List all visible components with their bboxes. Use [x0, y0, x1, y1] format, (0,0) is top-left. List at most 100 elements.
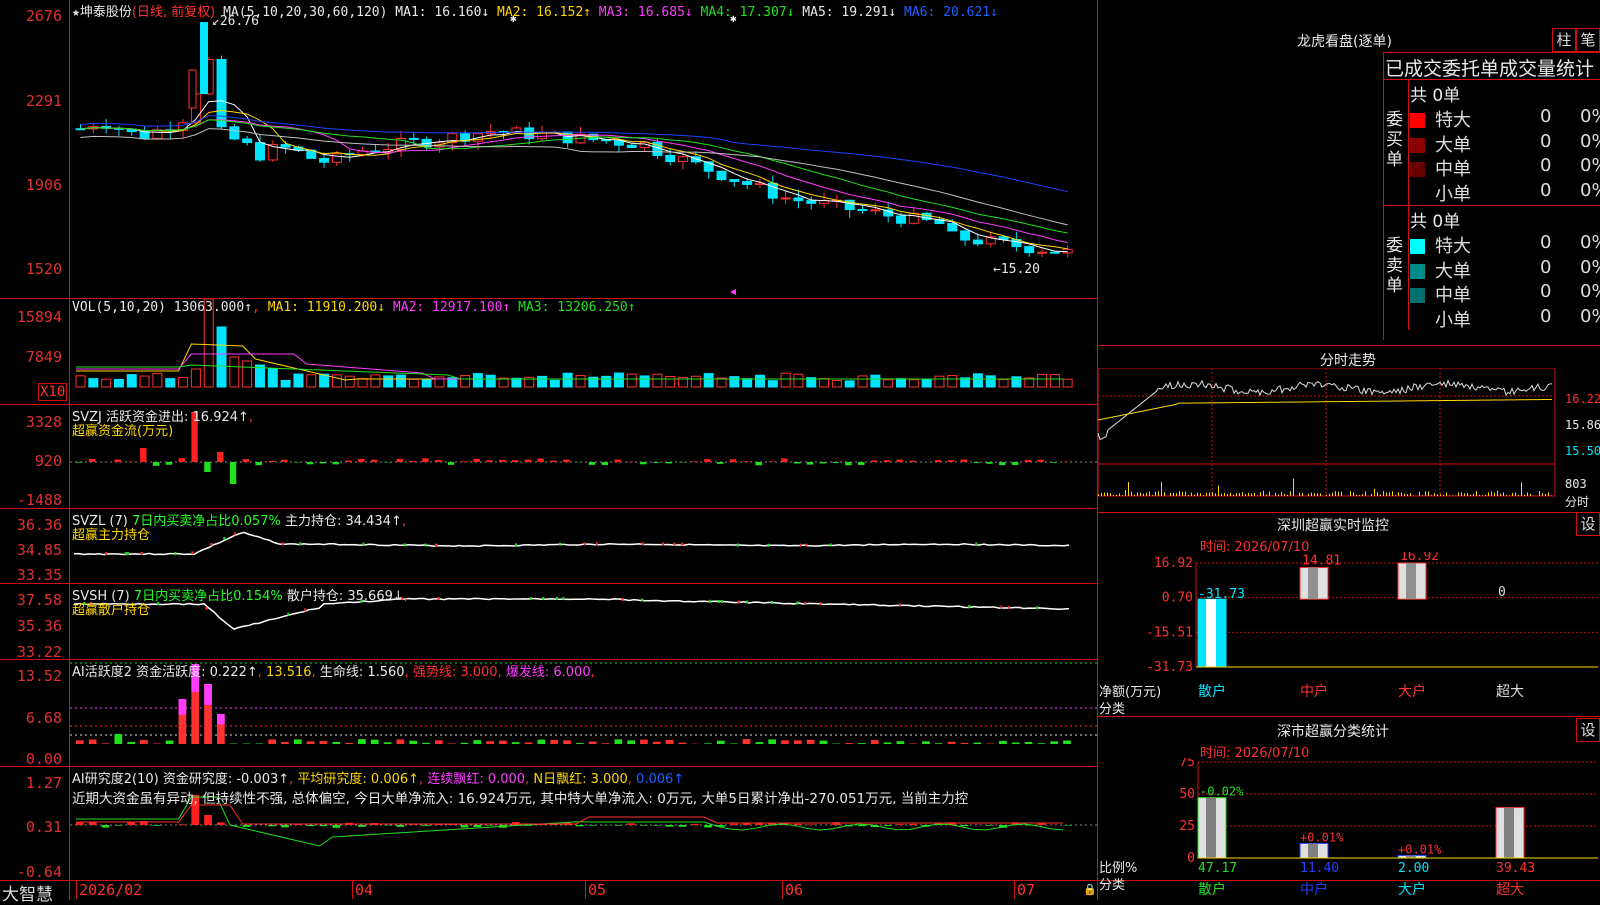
order-type: 中单 [1435, 159, 1471, 180]
tick-mark [234, 532, 236, 535]
intraday-volume-bar [1494, 492, 1495, 496]
money-flow-bar [179, 458, 185, 462]
volume-bar [858, 376, 867, 387]
delta-label: +0.01% [1300, 830, 1344, 844]
intraday-volume-bar [1449, 495, 1450, 496]
main-chart[interactable]: ✱✱ [70, 0, 1097, 298]
volume-bar [730, 377, 739, 387]
intraday-volume-bar [1179, 491, 1180, 496]
monitor-bar-shade [1308, 568, 1318, 600]
sz-stats-bar-chart[interactable]: 7550250-0.02%47.17散户+0.01%11.40中户+0.01%2… [1098, 758, 1600, 898]
intraday-price-1: 16.22 [1565, 392, 1600, 406]
activity-bar [397, 739, 405, 744]
ai-activity-v2: 13.516 [266, 665, 312, 680]
activity-bar [550, 740, 558, 744]
intraday-volume-bar [1464, 493, 1465, 496]
volume-bar [794, 374, 803, 387]
chart-period[interactable]: (日线, 前复权) [132, 5, 215, 20]
activity-bar [102, 743, 110, 744]
intraday-volume-bar [1497, 491, 1498, 496]
intraday-volume-bar [1170, 493, 1171, 496]
category-label: 超大 [1496, 684, 1524, 700]
bar-mode-button[interactable]: 柱 [1552, 28, 1576, 52]
kline-chart[interactable]: ✱✱ [70, 0, 1097, 298]
sell-rows-row: 大单00% [1410, 257, 1600, 283]
lock-icon[interactable]: 🔒 [1083, 883, 1097, 896]
main-axis-3: 1906 [0, 176, 62, 194]
intraday-volume-bar [1509, 495, 1510, 496]
intraday-volume-bar [1308, 494, 1309, 496]
activity-bar [666, 740, 674, 744]
main-chart-header: ★坤泰股份(日线, 前复权) MA(5,10,20,30,60,120) MA1… [72, 1, 998, 20]
research-bar [358, 825, 366, 827]
money-flow-bar [845, 462, 851, 465]
ai-research-header: AI研究度2(10) 资金研究度: -0.003↑, 平均研究度: 0.006↑… [72, 768, 684, 787]
activity-bar [525, 742, 533, 744]
research-bar [179, 824, 187, 825]
intraday-volume-bar [1506, 495, 1507, 496]
ai-activity-axis-3: 0.00 [0, 750, 62, 768]
candle-body [332, 154, 341, 163]
intraday-volume-bar [1176, 493, 1177, 496]
order-count: 0 [1540, 281, 1551, 302]
candle-body [243, 139, 252, 143]
activity-bar [384, 742, 392, 744]
intraday-volume-bar [1173, 493, 1174, 496]
activity-bar [409, 741, 417, 744]
research-bar [204, 815, 212, 825]
ai-activity-burst: 爆发线: 6.000 [506, 665, 591, 680]
volume-bar [832, 380, 841, 387]
intraday-chart[interactable] [1098, 368, 1600, 513]
intraday-volume-bar [1512, 493, 1513, 496]
svzl-axis-2: 34.85 [0, 541, 62, 559]
tick-mode-button[interactable]: 笔 [1576, 28, 1600, 52]
ai-research-axis-2: 0.31 [0, 818, 62, 836]
svsh-sub: 超赢散户持仓 [72, 599, 150, 618]
svzl-hold: 主力持仓: 34.434↑ [285, 514, 402, 529]
money-flow-bar [76, 462, 82, 463]
volume-bar [627, 374, 636, 387]
sz-monitor-bar-chart[interactable]: 16.920.70-15.51-31.73-31.73散户14.81中户16.9… [1098, 552, 1600, 712]
money-flow-bar [935, 460, 941, 462]
money-flow-bar [371, 460, 377, 462]
tick-mark [304, 608, 306, 611]
intraday-volume-bar [1110, 493, 1111, 496]
tick-mark [404, 543, 406, 546]
color-swatch [1410, 187, 1425, 202]
intraday-volume-bar [1113, 495, 1114, 496]
axis-tick-label: 16.92 [1154, 556, 1193, 571]
volume-bar [153, 373, 162, 387]
high-price-label: ↙26.76 [212, 14, 259, 29]
star-icon[interactable]: ★ [72, 5, 80, 20]
axis-tick-label: 50 [1179, 787, 1195, 802]
intraday-volume-bar [1278, 494, 1279, 496]
tick-mark [805, 544, 807, 547]
sz-monitor-settings-button[interactable]: 设 [1576, 512, 1600, 536]
intraday-volume-bar [1422, 495, 1423, 496]
sz-stats-settings-button[interactable]: 设 [1576, 718, 1600, 742]
tick-mark [641, 598, 643, 601]
activity-bar [627, 740, 635, 744]
money-flow-bar [589, 462, 595, 465]
money-flow-bar [409, 461, 415, 462]
research-bar [897, 824, 905, 825]
intraday-volume-bar [1431, 495, 1432, 496]
volume-bar [935, 376, 944, 387]
money-flow-bar [397, 459, 403, 462]
tick-mark [105, 552, 107, 555]
volume-bar [332, 375, 341, 387]
stock-name[interactable]: 坤泰股份 [80, 5, 132, 20]
activity-bar [127, 742, 135, 744]
intraday-volume-bar [1470, 495, 1471, 496]
candle-body [409, 138, 418, 139]
tick-mark [141, 552, 143, 555]
sell-rows-row: 小单00% [1410, 306, 1600, 332]
intraday-volume-bar [1479, 495, 1480, 496]
axis-tick-label: 0 [1187, 851, 1195, 866]
money-flow-bar [743, 461, 749, 462]
brand-logo[interactable]: 大智慧 [2, 880, 53, 905]
activity-bar [486, 741, 494, 744]
activity-bar [358, 739, 366, 744]
volume-bar [666, 376, 675, 387]
candle-body [948, 224, 957, 231]
